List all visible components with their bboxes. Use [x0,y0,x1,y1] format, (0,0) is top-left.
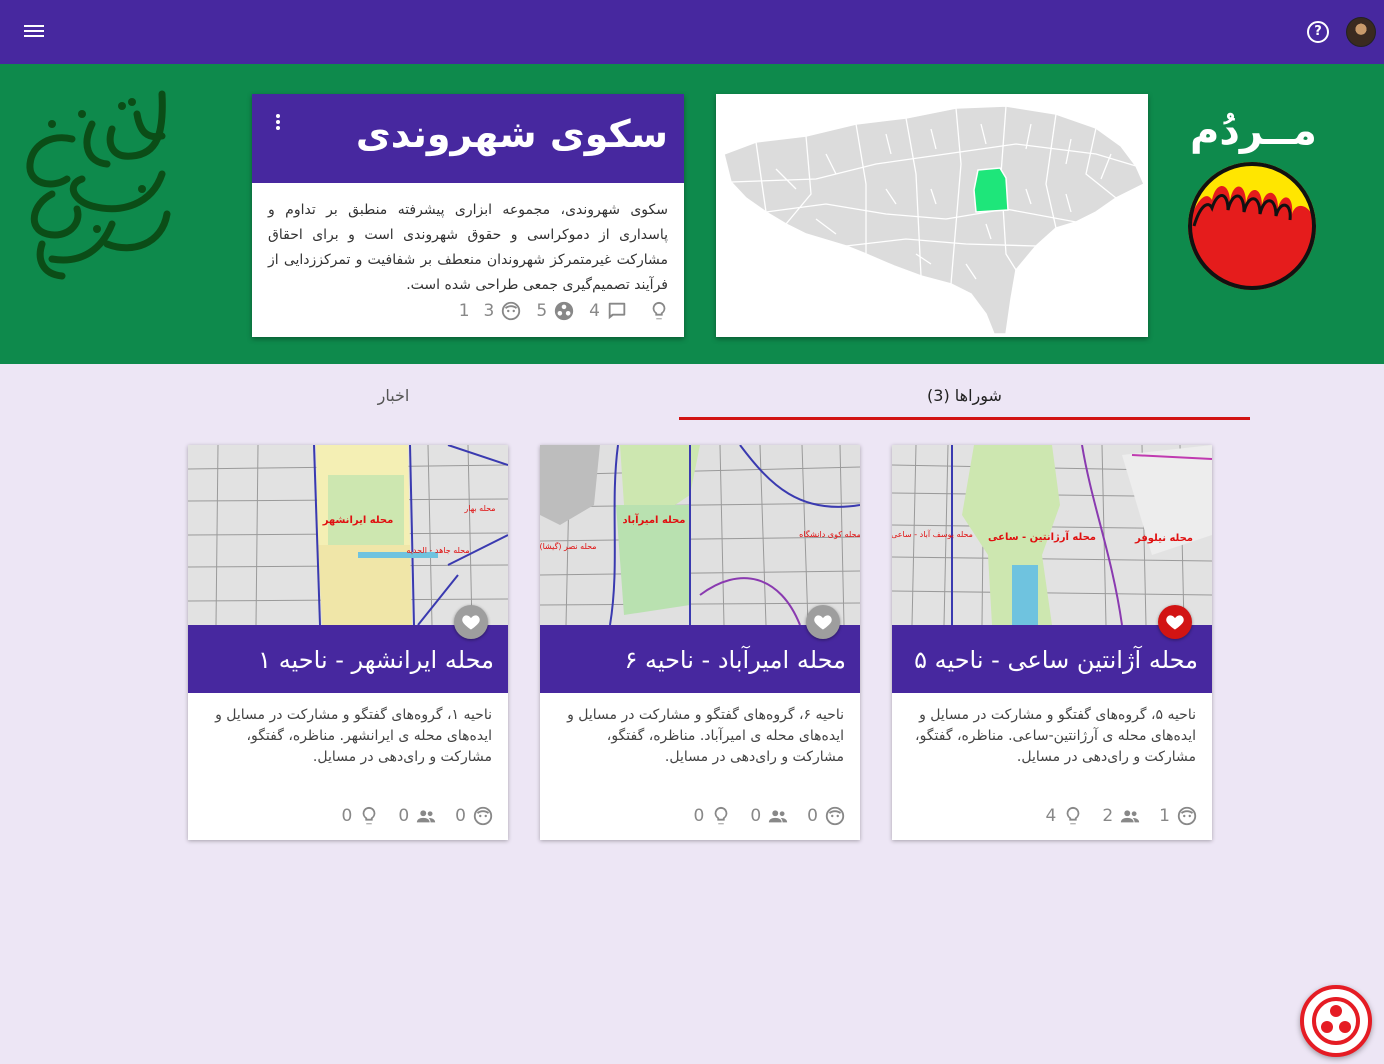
council-card[interactable]: محله ایرانشهر محله بهار محله جاهد - الحد… [188,445,508,840]
heart-icon [814,615,832,630]
map-label: محله جاهد - الحدیه [406,546,469,555]
brand-name: مــردُم [1190,108,1317,154]
council-description: ناحیه ۱، گروه‌های گفتگو و مشارکت در مسای… [215,707,492,765]
help-circle-icon[interactable]: ? [1307,21,1329,43]
platform-card-header: سکوی شهروندی [252,94,684,183]
platform-info-card: سکوی شهروندی سکوی شهروندی، مجموعه ابزاری… [252,94,684,337]
council-stat-members: 0 [750,805,789,827]
hero-banner: سکوی شهروندی سکوی شهروندی، مجموعه ابزاری… [0,64,1384,364]
face-icon [825,806,845,826]
face-icon [502,301,521,321]
council-stat-ideas: 4 [1046,805,1085,827]
map-label: محله یوسف آباد - ساعی [892,529,973,539]
lightbulb-icon [652,301,666,320]
lightbulb-icon [1066,806,1080,825]
tab-councils[interactable]: شوراها (3) [679,370,1250,420]
favorite-button[interactable] [454,605,488,639]
platform-stats: 4 5 3 1 [459,300,670,322]
platform-stat-ideas [642,300,670,322]
heart-icon [1166,615,1184,630]
favorite-button[interactable] [1158,605,1192,639]
people-icon [1121,810,1140,823]
lightbulb-icon [362,806,376,825]
lightbulb-icon [714,806,728,825]
favorite-button[interactable] [806,605,840,639]
council-description: ناحیه ۵، گروه‌های گفتگو و مشارکت در مسای… [915,707,1196,765]
platform-stat-faces: 3 [484,300,523,322]
hamburger-menu-icon[interactable] [24,22,46,42]
city-map-card[interactable] [716,94,1148,337]
map-label: محله آرژانتین - ساعی [988,530,1096,543]
more-vert-icon[interactable] [276,114,282,132]
council-stats: 0 0 0 [540,796,860,836]
user-avatar[interactable] [1346,17,1376,47]
tab-news[interactable]: اخبار [108,370,679,420]
council-card[interactable]: محله امیرآباد محله نصر (گیشا) محله کوی د… [540,445,860,840]
council-map-image: محله امیرآباد محله نصر (گیشا) محله کوی د… [540,445,860,625]
map-label: محله کوی دانشگاه [799,529,860,539]
council-stat-faces: 0 [807,805,846,827]
council-stat-ideas: 0 [694,805,733,827]
council-stat-members: 0 [398,805,437,827]
platform-title: سکوی شهروندی [355,112,668,156]
platform-stat-comments: 4 [589,300,628,322]
people-icon [417,810,436,823]
map-label: محله بهار [463,504,495,513]
platform-stat-groups: 5 [536,300,575,322]
map-label: محله نیلوفر [1134,533,1193,544]
map-label: محله نصر (گیشا) [540,541,597,551]
people-icon [769,810,788,823]
council-stat-ideas: 0 [342,805,381,827]
comment-icon [608,302,626,320]
floating-action-button[interactable] [1300,985,1372,1057]
heart-icon [462,615,480,630]
council-stat-faces: 0 [455,805,494,827]
top-app-bar: ? [0,0,1384,64]
council-stats: 1 2 4 [892,796,1212,836]
council-description: ناحیه ۶، گروه‌های گفتگو و مشارکت در مسای… [567,707,844,765]
content-tabs: شوراها (3) اخبار [108,370,1250,420]
council-map-image: محله آرژانتین - ساعی محله یوسف آباد - سا… [892,445,1212,625]
platform-description: سکوی شهروندی، مجموعه ابزاری پیشرفته منطب… [268,202,668,293]
council-card[interactable]: محله آرژانتین - ساعی محله یوسف آباد - سا… [892,445,1212,840]
groups-icon [555,301,574,321]
council-map-image: محله ایرانشهر محله بهار محله جاهد - الحد… [188,445,508,625]
face-icon [1177,806,1197,826]
council-stat-members: 2 [1102,805,1141,827]
tehran-council-calligraphy-logo [26,90,171,280]
platform-stat-count: 1 [458,301,470,321]
map-label: محله ایرانشهر [322,515,394,526]
council-stat-faces: 1 [1159,805,1198,827]
map-label: محله امیرآباد [622,513,685,526]
face-icon [473,806,493,826]
people-dots-icon [1312,997,1360,1045]
mardom-logo [1188,162,1316,290]
tehran-districts-map[interactable] [716,94,1148,337]
council-stats: 0 0 0 [188,796,508,836]
